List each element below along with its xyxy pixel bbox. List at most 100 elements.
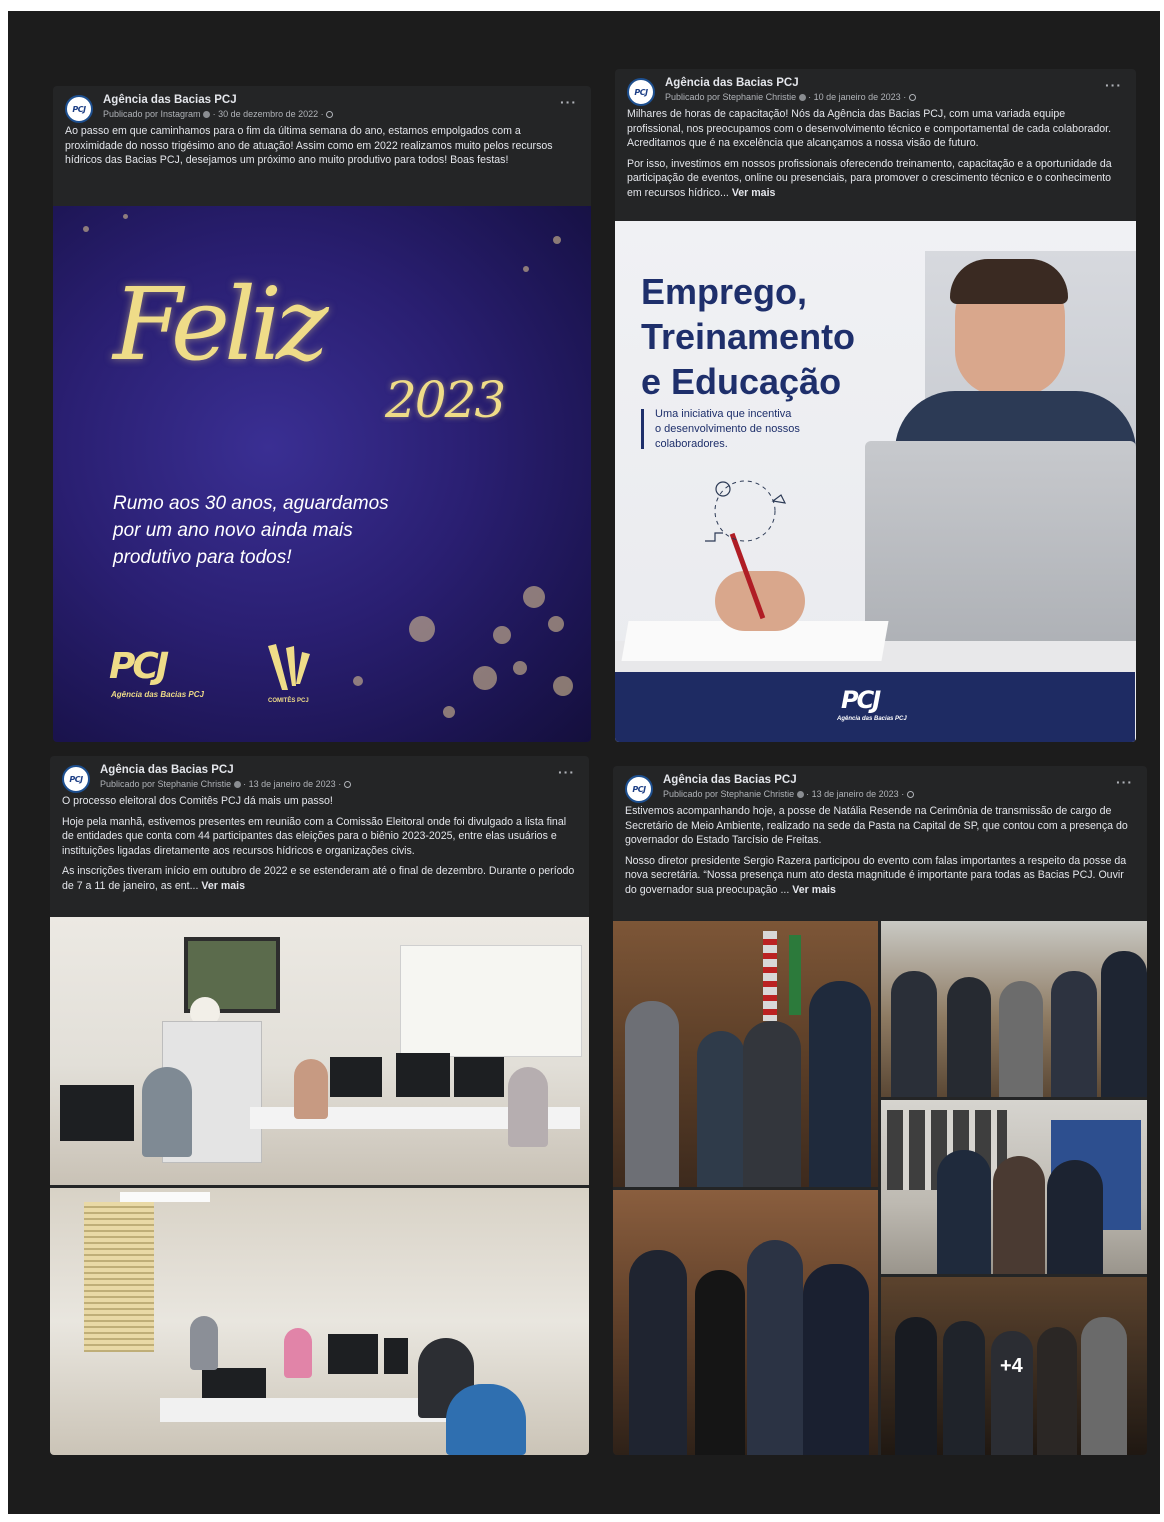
page-name-link[interactable]: Agência das Bacias PCJ [100,764,234,776]
person [697,1031,745,1187]
post-date-link[interactable]: 30 de dezembro de 2022 [218,109,318,119]
person [629,1250,687,1455]
post-paragraph: As inscrições tiveram início em outubro … [62,864,577,893]
page-name-link[interactable]: Agência das Bacias PCJ [663,774,797,786]
see-more-link[interactable]: Ver mais [792,884,836,896]
bokeh-light [553,676,573,696]
monitor [330,1057,382,1097]
post-photo-office-2[interactable] [50,1188,589,1455]
feliz-script-text: Feliz [113,266,329,383]
monitor [396,1053,450,1097]
pcj-logo-caption: Agência das Bacias PCJ [837,716,907,722]
page-avatar[interactable]: PCJ [62,765,90,793]
page-avatar[interactable]: PCJ [627,78,655,106]
pcj-logo-icon: PCJ [632,784,646,794]
pcj-logo-icon: PCJ [634,87,648,97]
person [947,977,991,1097]
post-photo-office-1[interactable] [50,917,589,1185]
flag [789,935,801,1015]
post-image-feliz-2023[interactable]: Feliz 2023 Rumo aos 30 anos, aguardamos … [53,206,591,742]
ideas-doodle-icon [705,480,787,542]
globe-icon [906,791,914,798]
info-icon [203,111,211,118]
bokeh-light [123,214,128,219]
post-card-capacitacao: PCJ Agência das Bacias PCJ Publicado por… [615,69,1136,742]
post-paragraph-text: Nosso diretor presidente Sergio Razera p… [625,854,1127,896]
globe-icon [343,781,351,788]
bokeh-light [353,676,363,686]
post-date-link[interactable]: 10 de janeiro de 2023 [814,92,901,102]
published-by: Publicado por Stephanie Christie [665,92,797,102]
post-photo-ceremony-1[interactable] [613,921,878,1187]
page-avatar[interactable]: PCJ [65,95,93,123]
collage-frame: PCJ Agência das Bacias PCJ Publicado por… [8,11,1160,1514]
more-options-icon[interactable]: ··· [1105,77,1122,93]
pcj-logo-icon: PCJ [69,774,83,784]
post-text: Estivemos acompanhando hoje, a posse de … [613,804,1147,897]
post-header: PCJ Agência das Bacias PCJ Publicado por… [50,756,589,794]
bokeh-light [473,666,497,690]
post-paragraph: Nosso diretor presidente Sergio Razera p… [625,854,1135,898]
post-date-link[interactable]: 13 de janeiro de 2023 [812,789,899,799]
post-card-processo-eleitoral: PCJ Agência das Bacias PCJ Publicado por… [50,756,589,1455]
flag [763,931,777,1021]
see-more-link[interactable]: Ver mais [201,880,245,892]
bokeh-light [548,616,564,632]
post-card-feliz-2023: PCJ Agência das Bacias PCJ Publicado por… [53,86,591,742]
post-paragraph: Por isso, investimos em nossos profissio… [627,157,1124,201]
post-header: PCJ Agência das Bacias PCJ Publicado por… [615,69,1136,107]
post-paragraph-text: Por isso, investimos em nossos profissio… [627,157,1112,199]
page-name-link[interactable]: Agência das Bacias PCJ [665,77,799,89]
post-text: Ao passo em que caminhamos para o fim da… [53,124,591,168]
post-paragraph: Milhares de horas de capacitação! Nós da… [627,108,1112,149]
emprego-footer: PCJ Agência das Bacias PCJ [615,672,1135,742]
post-paragraph: Ao passo em que caminhamos para o fim da… [65,125,553,166]
post-card-posse-secretaria: PCJ Agência das Bacias PCJ Publicado por… [613,766,1147,1455]
person [999,981,1043,1097]
see-more-link[interactable]: Ver mais [732,187,776,199]
post-photo-ceremony-3[interactable] [881,1100,1147,1274]
info-icon [798,94,806,101]
more-options-icon[interactable]: ··· [558,764,575,780]
monitor [328,1334,378,1374]
pcj-logo: PCJ [109,646,169,687]
info-icon [796,791,804,798]
bokeh-light [513,661,527,675]
post-photo-ceremony-2[interactable] [881,921,1147,1097]
feliz-subtitle: Rumo aos 30 anos, aguardamos por um ano … [113,493,389,568]
more-options-icon[interactable]: ··· [1116,774,1133,790]
post-photo-ceremony-5[interactable]: +4 [881,1277,1147,1455]
bokeh-light [493,626,511,644]
published-by: Publicado por Instagram [103,109,201,119]
post-image-emprego[interactable]: Emprego, Treinamento e Educação Uma inic… [615,221,1136,742]
post-photo-ceremony-4[interactable] [613,1190,878,1455]
laptop [865,441,1136,646]
monitor [384,1338,408,1374]
post-paragraph: O processo eleitoral dos Comitês PCJ dá … [62,795,333,807]
monitor [454,1057,504,1097]
more-options-icon[interactable]: ··· [560,94,577,110]
post-header: PCJ Agência das Bacias PCJ Publicado por… [613,766,1147,804]
person [695,1270,745,1455]
post-meta: Publicado por Instagram · 30 de dezembro… [103,109,334,119]
person [508,1067,548,1147]
bokeh-light [83,226,89,232]
post-text: O processo eleitoral dos Comitês PCJ dá … [50,794,589,893]
bokeh-light [409,616,435,642]
post-paragraph: Hoje pela manhã, estivemos presentes em … [62,815,567,857]
globe-icon [326,111,334,118]
page-name-link[interactable]: Agência das Bacias PCJ [103,94,237,106]
feliz-year-text: 2023 [385,371,506,429]
person [625,1001,679,1187]
info-icon [233,781,241,788]
more-photos-count[interactable]: +4 [1000,1355,1023,1378]
person [142,1067,192,1157]
post-date-link[interactable]: 13 de janeiro de 2023 [249,779,336,789]
person [1101,951,1147,1097]
person [190,1316,218,1370]
comites-logo-caption: COMITÊS PCJ [268,698,309,704]
post-text: Milhares de horas de capacitação! Nós da… [615,107,1136,200]
post-header: PCJ Agência das Bacias PCJ Publicado por… [53,86,591,124]
published-by: Publicado por Stephanie Christie [663,789,795,799]
page-avatar[interactable]: PCJ [625,775,653,803]
